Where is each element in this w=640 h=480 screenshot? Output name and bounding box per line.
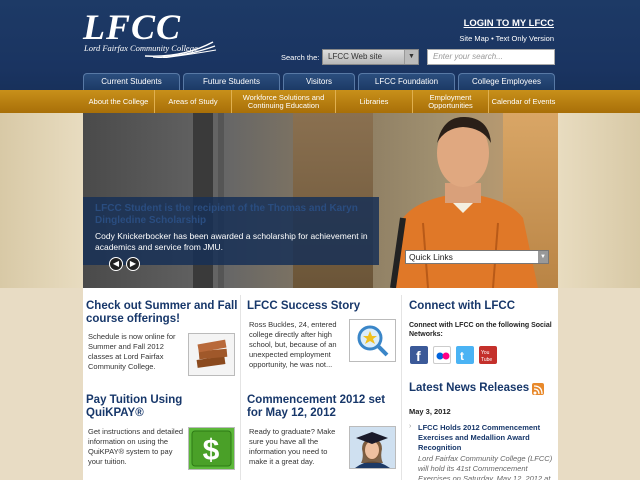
- tab-visitors[interactable]: Visitors: [283, 73, 355, 90]
- hero-side-right: [558, 113, 640, 288]
- svg-text:You: You: [481, 350, 490, 356]
- site-map-link[interactable]: Site Map: [459, 34, 489, 43]
- tab-current-students[interactable]: Current Students: [83, 73, 180, 90]
- pay-tuition-text: Get instructions and detailed informatio…: [88, 427, 184, 466]
- flickr-icon[interactable]: [433, 346, 451, 364]
- search-input[interactable]: Enter your search...: [427, 49, 555, 65]
- twitter-icon[interactable]: t: [456, 346, 474, 364]
- svg-text:t: t: [460, 349, 464, 363]
- hero-caption[interactable]: LFCC Student is the recipient of the Tho…: [83, 197, 379, 265]
- magnifier-star-icon: [357, 325, 389, 357]
- search-label: Search the:: [281, 53, 320, 62]
- pay-tuition-heading[interactable]: Pay Tuition Using QuiKPAY®: [86, 394, 238, 420]
- text-only-link[interactable]: Text Only Version: [496, 34, 554, 43]
- dollar-thumbnail[interactable]: $: [188, 427, 235, 470]
- utility-links: Site Map • Text Only Version: [459, 34, 554, 43]
- svg-text:$: $: [203, 434, 220, 467]
- graduate-thumbnail[interactable]: [349, 426, 396, 469]
- news-releases-heading[interactable]: Latest News Releases: [409, 382, 534, 395]
- nav-employment-opportunities[interactable]: Employment Opportunities: [413, 90, 489, 113]
- search-scope-value: LFCC Web site: [328, 52, 383, 61]
- commencement-heading[interactable]: Commencement 2012 set for May 12, 2012: [247, 394, 399, 420]
- success-story-text: Ross Buckles, 24, entered college direct…: [249, 320, 337, 369]
- search-scope-select[interactable]: LFCC Web site ▼: [322, 49, 419, 65]
- hero-caption-title: LFCC Student is the recipient of the Tho…: [95, 203, 358, 226]
- connect-subtitle: Connect with LFCC on the following Socia…: [409, 322, 552, 338]
- graduate-photo: [355, 432, 390, 468]
- column-divider: [401, 295, 402, 480]
- chevron-down-icon: ▼: [538, 251, 548, 263]
- summer-fall-text: Schedule is now online for Summer and Fa…: [88, 332, 176, 371]
- nav-calendar-of-events[interactable]: Calendar of Events: [489, 90, 558, 113]
- main-nav: About the College Areas of Study Workfor…: [83, 90, 558, 113]
- lfcc-logo[interactable]: LFCC Lord Fairfax Community College: [83, 6, 223, 62]
- news-summary: Lord Fairfax Community College (LFCC) wi…: [418, 454, 553, 480]
- prev-arrow-icon[interactable]: ◀: [109, 257, 123, 271]
- nav-libraries[interactable]: Libraries: [336, 90, 413, 113]
- svg-text:Tube: Tube: [481, 357, 492, 363]
- books-thumbnail[interactable]: [188, 333, 235, 376]
- quick-links-label: Quick Links: [409, 252, 453, 262]
- next-arrow-icon[interactable]: ▶: [126, 257, 140, 271]
- hero-slideshow[interactable]: LFCC Student is the recipient of the Tho…: [83, 113, 558, 288]
- success-story-heading[interactable]: LFCC Success Story: [247, 300, 399, 313]
- logo-swoosh-icon: [144, 41, 217, 58]
- gold-bar-left: [0, 90, 83, 113]
- tab-future-students[interactable]: Future Students: [183, 73, 280, 90]
- column-divider: [240, 295, 241, 480]
- login-link[interactable]: LOGIN TO MY LFCC: [464, 18, 554, 29]
- chevron-down-icon: ▼: [404, 50, 418, 64]
- tab-lfcc-foundation[interactable]: LFCC Foundation: [358, 73, 455, 90]
- hero-side-left: [0, 113, 83, 288]
- summer-fall-heading[interactable]: Check out Summer and Fall course offerin…: [86, 300, 238, 326]
- hero-caption-body: Cody Knickerbocker has been awarded a sc…: [95, 231, 368, 252]
- bullet-icon: ›: [409, 423, 412, 430]
- quick-links-select[interactable]: Quick Links ▼: [405, 250, 549, 264]
- nav-workforce-solutions[interactable]: Workforce Solutions and Continuing Educa…: [232, 90, 336, 113]
- rss-icon[interactable]: [532, 383, 544, 395]
- books-icon: [196, 339, 228, 368]
- nav-about-the-college[interactable]: About the College: [83, 90, 155, 113]
- facebook-icon[interactable]: f: [410, 346, 428, 364]
- svg-text:f: f: [416, 348, 421, 364]
- news-date: May 3, 2012: [409, 407, 451, 416]
- nav-areas-of-study[interactable]: Areas of Study: [155, 90, 232, 113]
- dollar-icon: $: [191, 430, 232, 467]
- news-title[interactable]: LFCC Holds 2012 Commencement Exercises a…: [418, 423, 556, 453]
- connect-heading[interactable]: Connect with LFCC: [409, 300, 554, 313]
- commencement-text: Ready to graduate? Make sure you have al…: [249, 427, 336, 466]
- tab-college-employees[interactable]: College Employees: [458, 73, 555, 90]
- youtube-icon[interactable]: You Tube: [479, 346, 497, 364]
- magnifier-thumbnail[interactable]: [349, 319, 396, 362]
- gold-bar-right: [558, 90, 640, 113]
